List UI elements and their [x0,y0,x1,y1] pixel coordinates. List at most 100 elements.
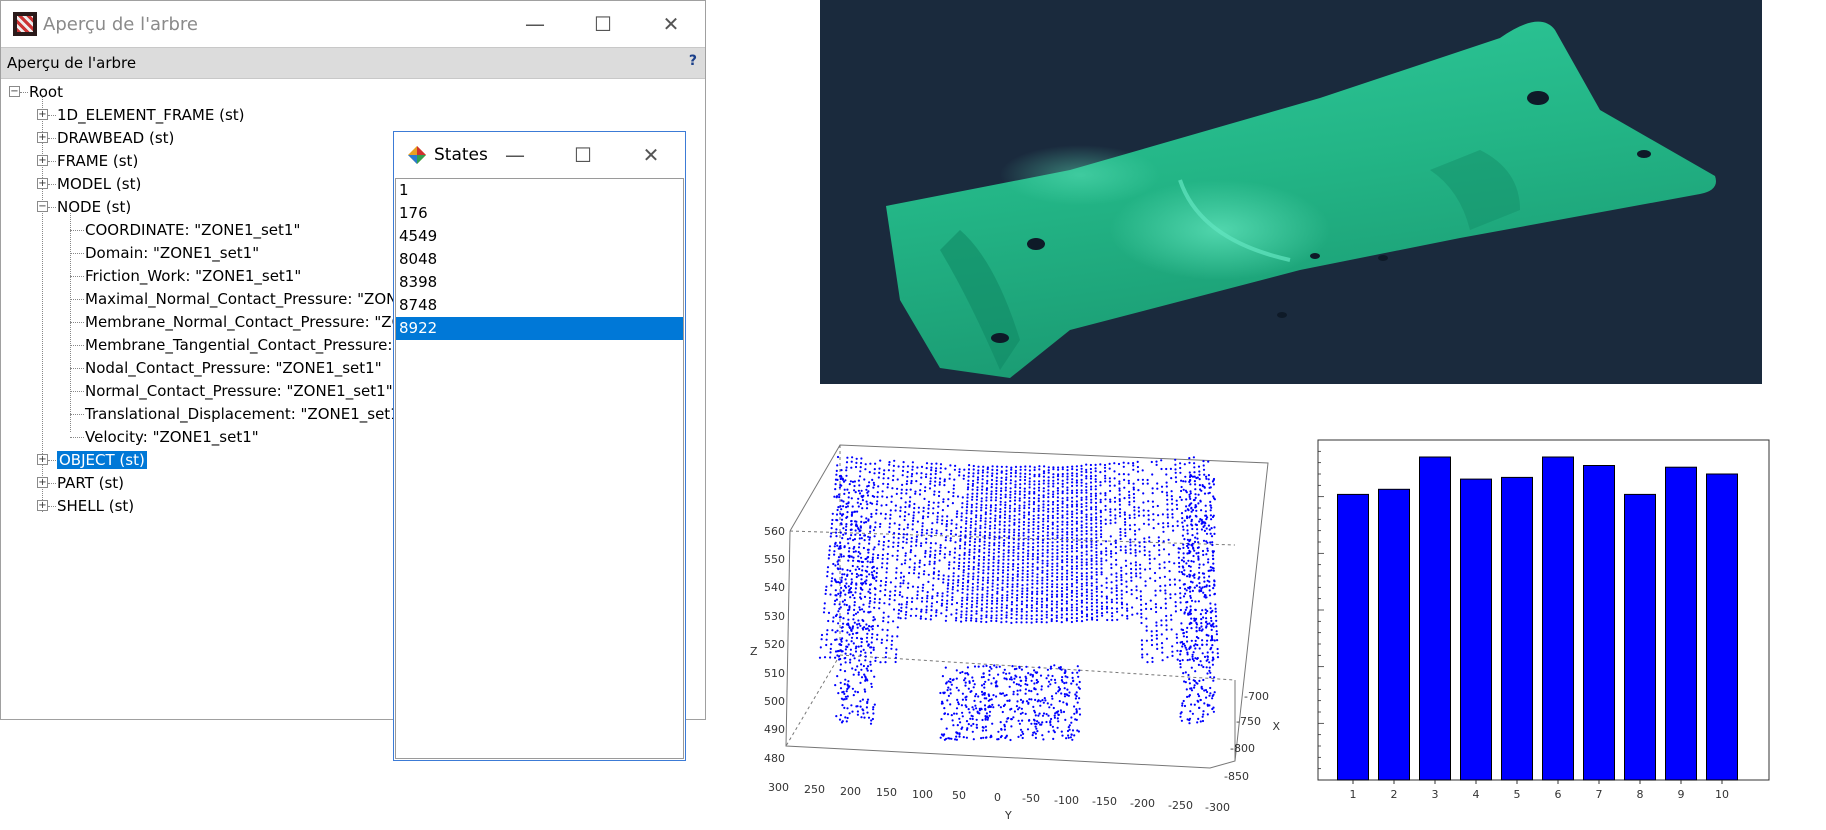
tree-leaf-membrane-tangential-contact-pressure[interactable]: Membrane_Tangential_Contact_Pressure: "Z [85,334,414,356]
tree-node-shell[interactable]: SHELL (st) [57,495,134,517]
tree-node-part[interactable]: PART (st) [57,472,124,494]
scatter-point [1127,482,1130,485]
tree-node-drawbead[interactable]: DRAWBEAD (st) [57,127,174,149]
tree-leaf-membrane-normal-contact-pressure[interactable]: Membrane_Normal_Contact_Pressure: "ZON [85,311,415,333]
scatter-point [971,498,974,501]
state-item[interactable]: 176 [396,202,683,225]
state-item[interactable]: 1 [396,179,683,202]
scatter-point [867,643,870,646]
scatter-point [1173,583,1177,586]
expand-icon[interactable]: + [37,454,48,465]
collapse-icon[interactable]: − [9,86,20,97]
scatter-point [1028,500,1031,503]
scatter-point [1041,590,1044,593]
scatter-point [1188,495,1191,498]
minimize-icon[interactable]: — [481,132,549,178]
state-item[interactable]: 8748 [396,294,683,317]
tree-leaf-nodal-contact-pressure[interactable]: Nodal_Contact_Pressure: "ZONE1_set1" [85,357,382,379]
expand-icon[interactable]: + [37,477,48,488]
expand-icon[interactable]: + [37,155,48,166]
surface-render-view[interactable] [820,0,1762,384]
scatter-point [976,585,979,588]
states-list[interactable]: 1 176 4549 8048 8398 8748 8922 [395,178,684,759]
bar-chart[interactable]: 1 2 3 4 5 6 7 8 9 10 [1315,438,1775,810]
scatter-point [930,614,933,617]
scatter-point [1085,591,1088,594]
scatter-point [1040,685,1043,688]
state-item[interactable]: 8048 [396,248,683,271]
scatter-point [905,600,909,604]
scatter-point [955,608,958,611]
scatter-point [915,538,918,541]
tree-node-object[interactable]: OBJECT (st) [57,449,147,471]
scatter-point [1042,517,1045,520]
collapse-icon[interactable]: − [37,201,48,212]
y-tick: -300 [1205,801,1230,814]
scatter-point [947,680,950,683]
scatter-point [911,468,914,471]
scatter-point [1199,720,1202,723]
scatter-point [1003,728,1006,731]
tree-window-titlebar[interactable]: Aperçu de l'arbre — ☐ ✕ [1,1,705,47]
scatter-point [1153,557,1156,560]
scatter-point [894,585,897,588]
tree-node-frame[interactable]: FRAME (st) [57,150,138,172]
maximize-icon[interactable]: ☐ [549,132,617,178]
scatter-point [1197,546,1200,549]
minimize-icon[interactable]: — [501,1,569,47]
expand-icon[interactable]: + [37,178,48,189]
scatter-point [925,462,929,465]
help-icon[interactable]: ? [689,53,697,69]
state-item[interactable]: 4549 [396,225,683,248]
tree-leaf-domain[interactable]: Domain: "ZONE1_set1" [85,242,259,264]
scatter-point [844,695,847,698]
scatter-point [996,469,999,472]
expand-icon[interactable]: + [37,132,48,143]
scatter-point [981,469,985,472]
scatter-point [1110,587,1113,590]
tree-node-1d-element-frame[interactable]: 1D_ELEMENT_FRAME (st) [57,104,245,126]
scatter-point [976,486,979,489]
maximize-icon[interactable]: ☐ [569,1,637,47]
scatter-point [1201,715,1204,718]
scatter-point [1017,545,1020,548]
scatter-point [980,676,983,679]
tree-node-root[interactable]: Root [29,81,63,103]
scatter-point [1022,547,1025,551]
scatter-point [1188,493,1191,496]
scatter-point [962,477,965,480]
scatter-point [1145,617,1148,620]
scatter-point [907,513,910,516]
tree-node-node[interactable]: NODE (st) [57,196,131,218]
scatter-point [943,480,946,483]
scatter-point [1019,689,1022,692]
state-item-selected[interactable]: 8922 [396,317,683,340]
scatter-3d-plot[interactable]: 560 550 540 530 520 510 500 490 480 Z 30… [740,415,1280,830]
expand-icon[interactable]: + [37,500,48,511]
y-tick: -250 [1168,799,1193,812]
tree-leaf-normal-contact-pressure[interactable]: Normal_Contact_Pressure: "ZONE1_set1" [85,380,393,402]
tree-leaf-velocity[interactable]: Velocity: "ZONE1_set1" [85,426,259,448]
expand-icon[interactable]: + [37,109,48,120]
tree-leaf-friction-work[interactable]: Friction_Work: "ZONE1_set1" [85,265,301,287]
scatter-point [932,512,935,515]
scatter-point [951,679,954,682]
close-icon[interactable]: ✕ [617,132,685,178]
scatter-point [1066,527,1069,530]
scatter-point [993,527,996,530]
tree-leaf-coordinate[interactable]: COORDINATE: "ZONE1_set1" [85,219,300,241]
state-item[interactable]: 8398 [396,271,683,294]
scatter-point [1040,600,1044,603]
scatter-point [1080,615,1084,618]
states-window-titlebar[interactable]: States — ☐ ✕ [394,132,685,178]
scatter-point [1075,495,1078,498]
scatter-point [1065,609,1068,612]
scatter-point [1009,493,1012,496]
tree-node-model[interactable]: MODEL (st) [57,173,141,195]
z-tick: 560 [764,525,785,538]
tree-leaf-translational-displacement[interactable]: Translational_Displacement: "ZONE1_set1" [85,403,407,425]
tree-leaf-maximal-normal-contact-pressure[interactable]: Maximal_Normal_Contact_Pressure: "ZONE1 [85,288,416,310]
scatter-point [1120,569,1123,572]
scatter-point [1010,621,1013,624]
close-icon[interactable]: ✕ [637,1,705,47]
